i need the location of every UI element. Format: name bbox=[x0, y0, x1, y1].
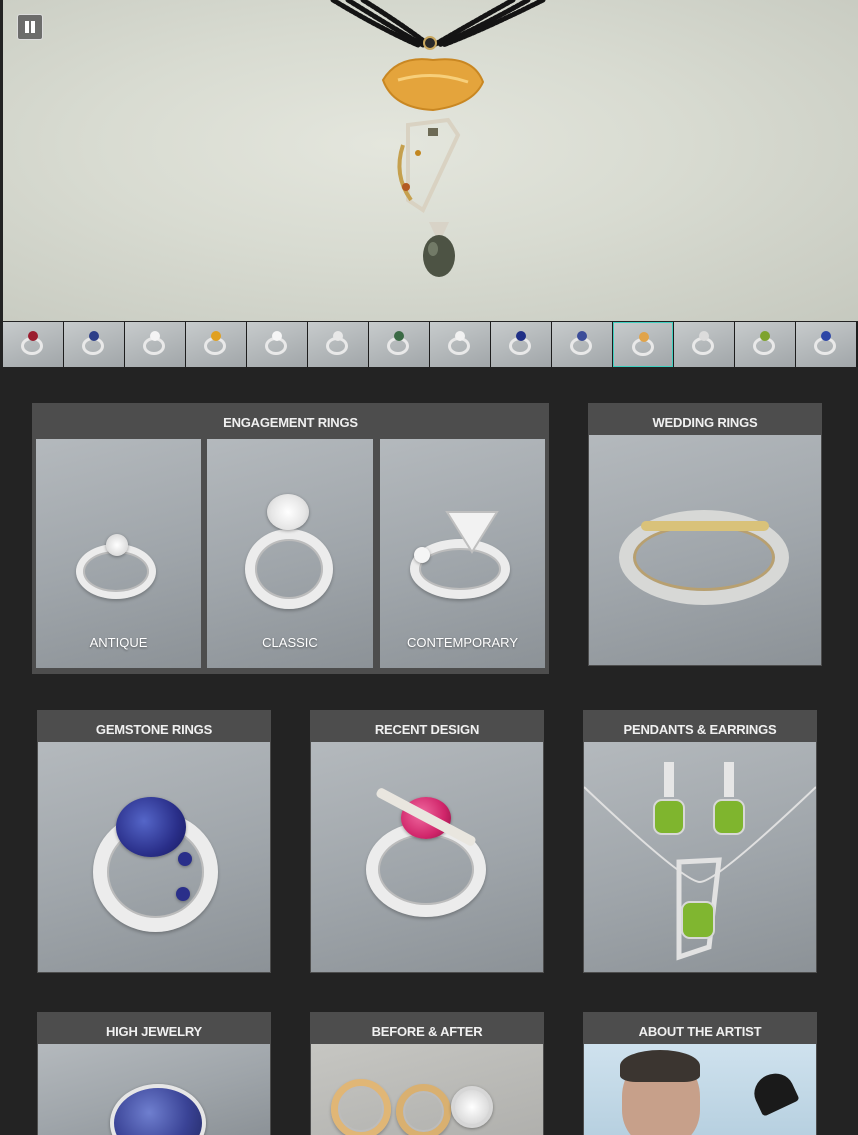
ring-image bbox=[245, 529, 333, 609]
slideshow-thumbnail[interactable] bbox=[186, 322, 246, 367]
before-after-title: BEFORE & AFTER bbox=[371, 1024, 483, 1039]
gem-icon bbox=[516, 331, 526, 341]
antique-rings-tile[interactable]: ANTIQUE bbox=[36, 439, 201, 668]
gold-inlay bbox=[641, 521, 769, 531]
wedding-rings-panel[interactable]: WEDDING RINGS bbox=[588, 403, 822, 666]
engagement-rings-panel: ENGAGEMENT RINGS ANTIQUE CLASSIC CONTEMP… bbox=[32, 403, 549, 674]
before-after-panel[interactable]: BEFORE & AFTER bbox=[310, 1012, 544, 1135]
wedding-rings-title: WEDDING RINGS bbox=[652, 415, 758, 430]
gem-icon bbox=[272, 331, 282, 341]
gem-icon bbox=[28, 331, 38, 341]
pendants-earrings-image bbox=[584, 742, 816, 972]
gemstone-rings-panel[interactable]: GEMSTONE RINGS bbox=[37, 710, 271, 973]
gemstone-rings-image bbox=[38, 742, 270, 972]
small-sapphire-icon bbox=[178, 852, 192, 866]
gem-icon bbox=[639, 332, 649, 342]
gem-icon bbox=[150, 331, 160, 341]
classic-rings-tile[interactable]: CLASSIC bbox=[207, 439, 373, 668]
slideshow-thumbnail[interactable] bbox=[430, 322, 490, 367]
gold-ring-icon bbox=[396, 1084, 451, 1135]
before-after-image bbox=[311, 1044, 543, 1135]
slideshow-thumbnail[interactable] bbox=[491, 322, 551, 367]
gold-ring-icon bbox=[331, 1079, 391, 1135]
necklace-image bbox=[330, 0, 546, 277]
gem-icon bbox=[760, 331, 770, 341]
lamp-icon bbox=[748, 1067, 800, 1117]
gemstone-rings-title: GEMSTONE RINGS bbox=[95, 722, 213, 737]
slideshow-thumbnail[interactable] bbox=[125, 322, 185, 367]
antique-label: ANTIQUE bbox=[89, 635, 148, 650]
thumbnail-strip bbox=[3, 322, 858, 367]
slideshow-thumbnail[interactable] bbox=[3, 322, 63, 367]
contemporary-label: CONTEMPORARY bbox=[407, 635, 518, 650]
high-jewelry-title: HIGH JEWELRY bbox=[105, 1024, 203, 1039]
about-artist-title: ABOUT THE ARTIST bbox=[638, 1024, 762, 1039]
engagement-rings-title: ENGAGEMENT RINGS bbox=[223, 415, 358, 430]
pendants-earrings-panel[interactable]: PENDANTS & EARRINGS bbox=[583, 710, 817, 973]
round-diamond-icon bbox=[414, 547, 430, 563]
recent-design-title: RECENT DESIGN bbox=[374, 722, 480, 737]
gem-icon bbox=[211, 331, 221, 341]
pendants-earrings-title: PENDANTS & EARRINGS bbox=[623, 722, 777, 737]
trillion-diamond-icon bbox=[445, 511, 499, 554]
diamond-icon bbox=[106, 534, 128, 556]
slideshow-thumbnail[interactable] bbox=[369, 322, 429, 367]
gem-icon bbox=[333, 331, 343, 341]
recent-design-panel[interactable]: RECENT DESIGN bbox=[310, 710, 544, 973]
high-jewelry-panel[interactable]: HIGH JEWELRY bbox=[37, 1012, 271, 1135]
artist-hair bbox=[620, 1050, 700, 1082]
pause-button[interactable] bbox=[17, 14, 43, 40]
slideshow-thumbnail[interactable] bbox=[247, 322, 307, 367]
slideshow-thumbnail[interactable] bbox=[796, 322, 856, 367]
sapphire-icon bbox=[110, 1084, 206, 1135]
diamond-icon bbox=[267, 494, 309, 530]
wedding-rings-image bbox=[589, 435, 821, 665]
gem-icon bbox=[394, 331, 404, 341]
slideshow-thumbnail[interactable] bbox=[735, 322, 795, 367]
classic-label: CLASSIC bbox=[262, 635, 318, 650]
slideshow-thumbnail[interactable] bbox=[552, 322, 612, 367]
contemporary-rings-tile[interactable]: CONTEMPORARY bbox=[380, 439, 545, 668]
gem-icon bbox=[89, 331, 99, 341]
about-artist-panel[interactable]: ABOUT THE ARTIST bbox=[583, 1012, 817, 1135]
slideshow-hero[interactable] bbox=[3, 0, 858, 321]
sapphire-icon bbox=[116, 797, 186, 857]
small-sapphire-icon bbox=[176, 887, 190, 901]
peridot-jewelry-icon bbox=[584, 762, 816, 961]
high-jewelry-image bbox=[38, 1044, 270, 1135]
diamond-icon bbox=[451, 1086, 493, 1128]
gem-icon bbox=[821, 331, 831, 341]
slideshow-thumbnail[interactable] bbox=[613, 322, 673, 367]
gem-icon bbox=[577, 331, 587, 341]
slideshow-thumbnail[interactable] bbox=[64, 322, 124, 367]
artist-photo bbox=[584, 1044, 816, 1135]
slideshow-thumbnail[interactable] bbox=[308, 322, 368, 367]
slideshow-thumbnail[interactable] bbox=[674, 322, 734, 367]
recent-design-image bbox=[311, 742, 543, 972]
gem-icon bbox=[699, 331, 709, 341]
gem-icon bbox=[455, 331, 465, 341]
